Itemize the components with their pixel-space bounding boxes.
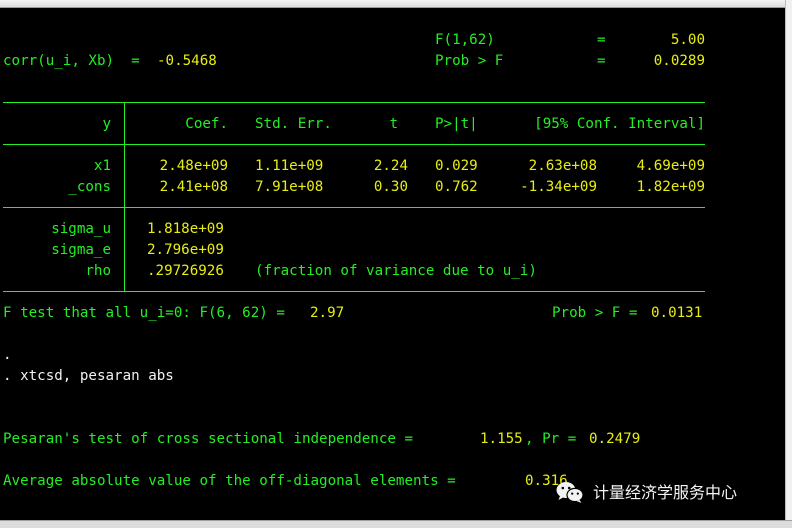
prob-equals: = xyxy=(597,53,606,69)
window-bottom-edge xyxy=(0,520,792,528)
col-coef-header: Coef. xyxy=(185,116,228,132)
sigma-e-label: sigma_e xyxy=(51,242,111,258)
t-cell: 0.30 xyxy=(373,179,408,195)
corr-value: -0.5468 xyxy=(157,53,217,69)
window-scrollbar[interactable] xyxy=(785,0,792,528)
watermark: 计量经济学服务中心 xyxy=(555,479,737,505)
ci-high-cell: 1.82e+09 xyxy=(636,179,705,195)
table-header-rule xyxy=(3,144,705,145)
pesaran-pr-value: 0.2479 xyxy=(589,431,641,447)
table-column-divider xyxy=(124,102,125,291)
command-line: . xtcsd, pesaran abs xyxy=(3,368,174,384)
pesaran-stat: 1.155 xyxy=(480,431,523,447)
sigma-u-value: 1.818e+09 xyxy=(147,221,224,237)
f-stat-value: 5.00 xyxy=(670,32,705,48)
p-cell: 0.029 xyxy=(435,158,478,174)
wechat-icon xyxy=(556,482,584,503)
coef-cell: 2.41e+08 xyxy=(159,179,228,195)
prob-label: Prob > F xyxy=(435,53,504,69)
sigma-e-value: 2.796e+09 xyxy=(147,242,224,258)
rho-value: .29726926 xyxy=(147,263,224,279)
row-name: x1 xyxy=(93,158,111,174)
pesaran-pr-label: , Pr = xyxy=(525,431,577,447)
t-cell: 2.24 xyxy=(373,158,408,174)
table-top-rule xyxy=(3,102,705,103)
ftest-prob-label: Prob > F = xyxy=(552,305,638,321)
watermark-text: 计量经济学服务中心 xyxy=(593,482,738,502)
f-stat-equals: = xyxy=(597,32,606,48)
ci-low-cell: -1.34e+09 xyxy=(520,179,597,195)
p-cell: 0.762 xyxy=(435,179,478,195)
ftest-value: 2.97 xyxy=(310,305,345,321)
table-body-rule xyxy=(3,207,705,208)
command-dot: . xyxy=(3,347,12,363)
rho-note: (fraction of variance due to u_i) xyxy=(255,263,537,279)
coef-cell: 2.48e+09 xyxy=(159,158,228,174)
pesaran-label: Pesaran's test of cross sectional indepe… xyxy=(3,431,413,447)
rho-label: rho xyxy=(85,263,111,279)
corr-label: corr(u_i, Xb) = xyxy=(3,53,140,69)
col-ci-header: [95% Conf. Interval] xyxy=(534,116,705,132)
col-t-header: t xyxy=(389,116,398,132)
se-cell: 7.91e+08 xyxy=(255,179,324,195)
row-name: _cons xyxy=(68,179,111,195)
f-stat-label: F(1,62) xyxy=(435,32,495,48)
ftest-prob-value: 0.0131 xyxy=(651,305,703,321)
ftest-label: F test that all u_i=0: F(6, 62) = xyxy=(3,305,285,321)
col-p-header: P>|t| xyxy=(435,116,478,132)
window-top-edge xyxy=(0,0,792,8)
depvar-header: y xyxy=(102,116,111,132)
sigma-u-label: sigma_u xyxy=(51,221,111,237)
col-stderr-header: Std. Err. xyxy=(255,116,332,132)
se-cell: 1.11e+09 xyxy=(255,158,324,174)
ci-low-cell: 2.63e+08 xyxy=(528,158,597,174)
avg-offdiag-label: Average absolute value of the off-diagon… xyxy=(3,473,456,489)
prob-value: 0.0289 xyxy=(653,53,705,69)
ci-high-cell: 4.69e+09 xyxy=(636,158,705,174)
table-bottom-rule xyxy=(3,291,705,292)
